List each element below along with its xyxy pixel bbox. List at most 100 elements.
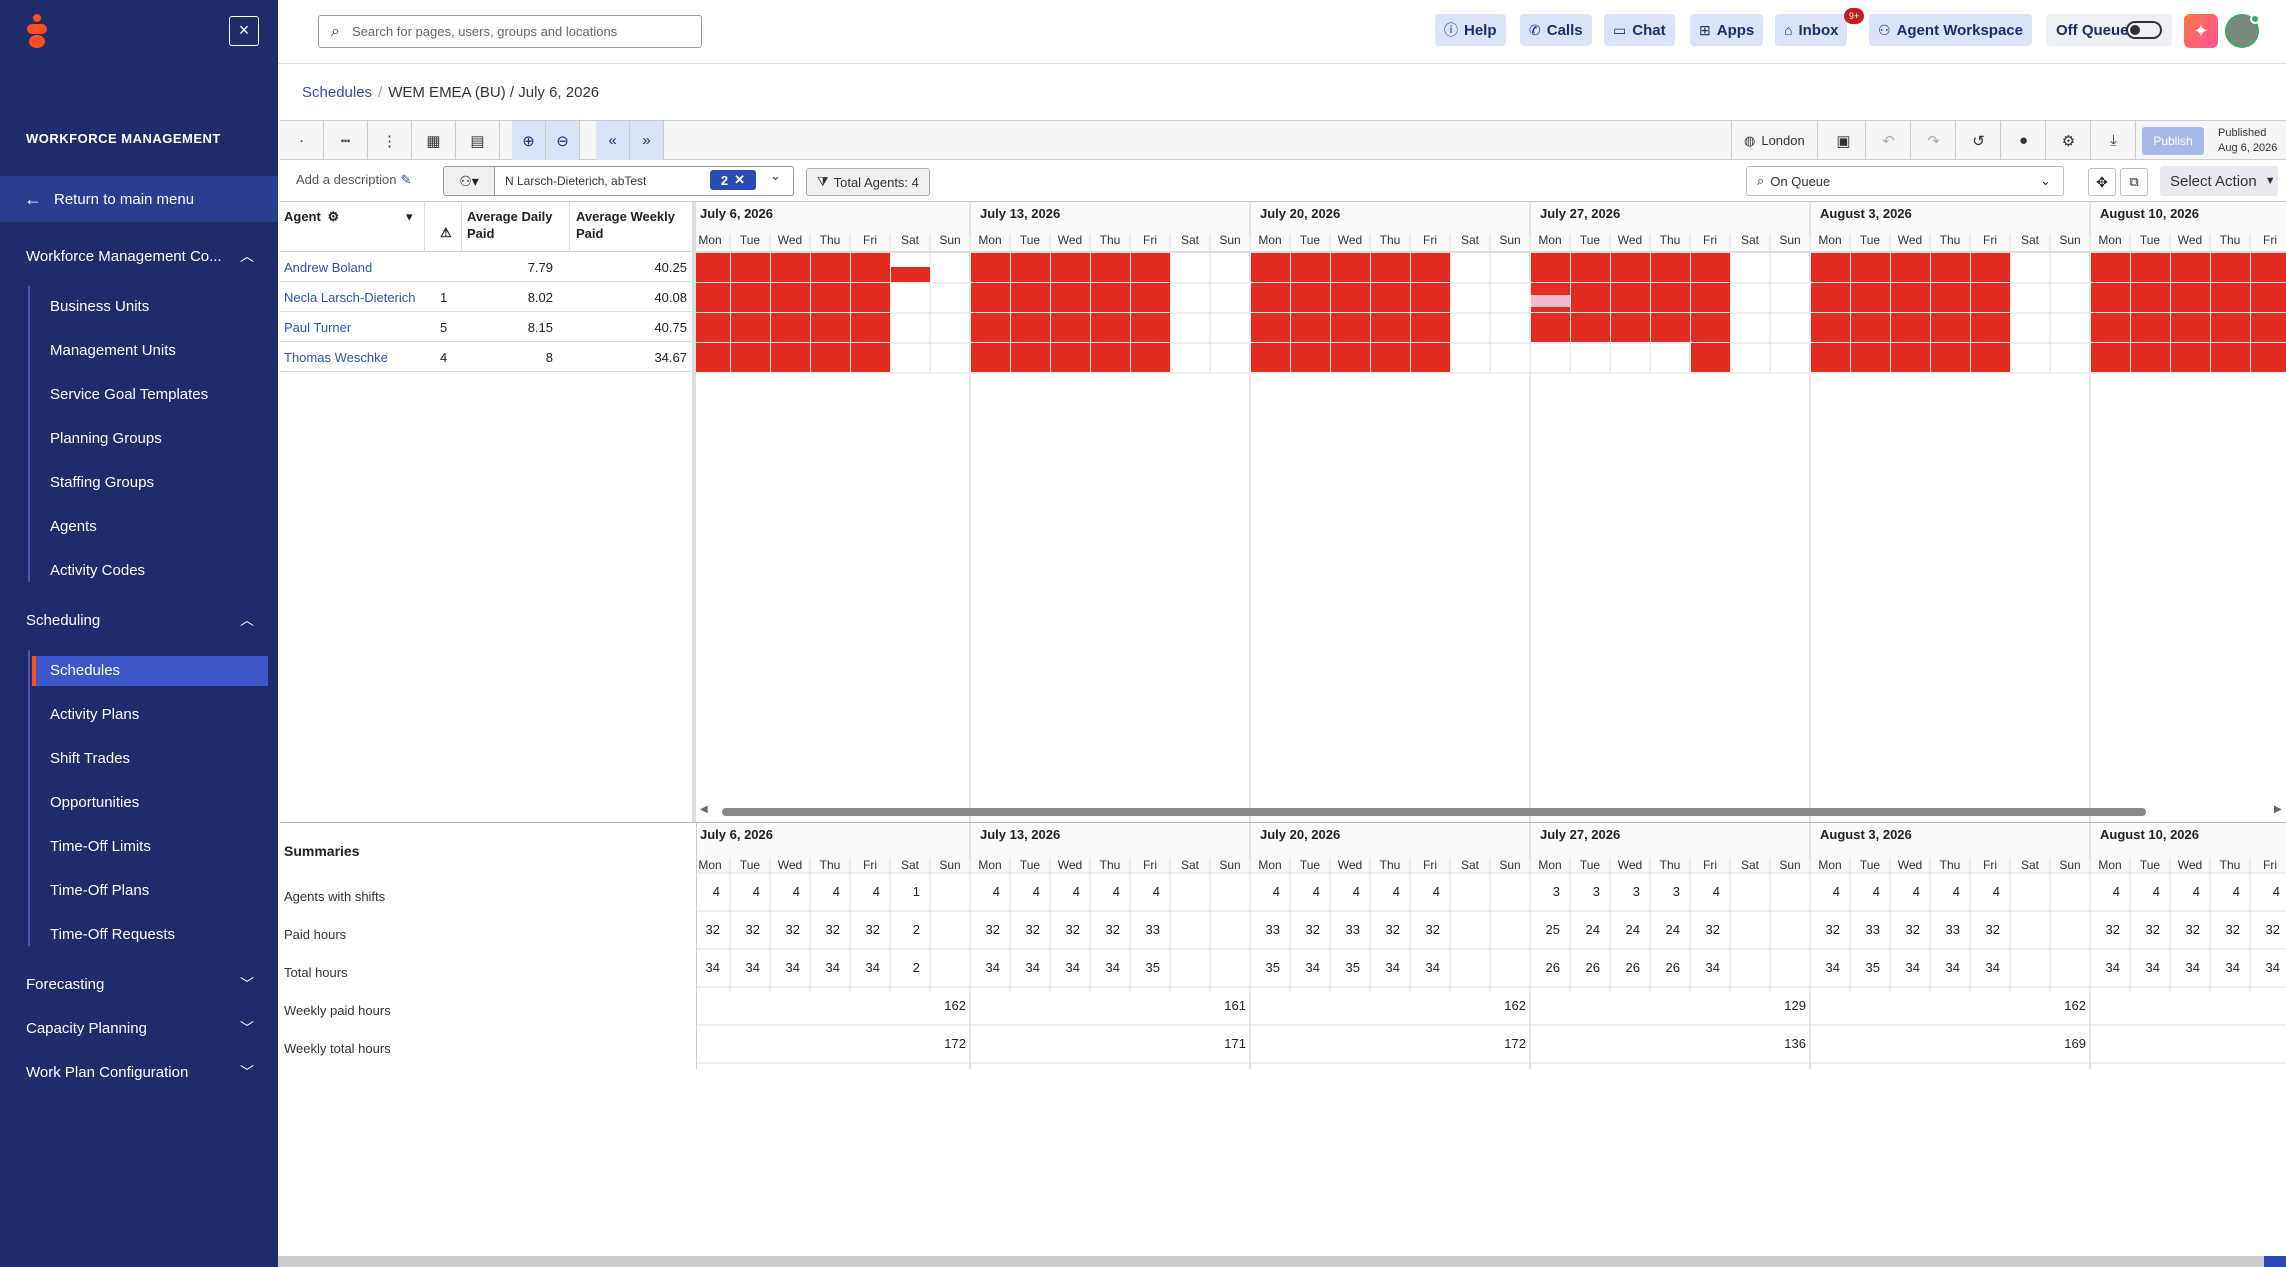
avg-daily-header[interactable]: Average Daily Paid — [467, 208, 567, 242]
schedule-grid[interactable]: July 6, 2026 July 13, 2026 July 20, 2026 Ju… — [696, 202, 2286, 822]
zoom-out-icon[interactable]: ⊖ — [546, 121, 580, 160]
sidebar-item-schedules[interactable]: Schedules — [50, 662, 120, 679]
sidebar-item-planning-groups[interactable]: Planning Groups — [50, 430, 162, 447]
zoom-in-icon[interactable]: ⊕ — [512, 121, 546, 160]
chat-button[interactable]: ▭ Chat — [1604, 14, 1675, 46]
timezone-button[interactable]: ◍ London — [1731, 121, 1818, 160]
sidebar-item-time-off-limits[interactable]: Time-Off Limits — [50, 838, 151, 855]
sidebar-group-scheduling[interactable]: Scheduling ︿ — [0, 600, 278, 640]
weekly-summary-value: 169 — [2064, 1036, 2086, 1051]
select-action-dropdown[interactable]: Select Action ▼ — [2160, 166, 2278, 196]
calls-button[interactable]: ✆ Calls — [1520, 14, 1592, 46]
agent-name-link[interactable]: Thomas Weschke — [284, 350, 388, 365]
summary-value: 34 — [2106, 960, 2120, 975]
agent-name-link[interactable]: Andrew Boland — [284, 260, 372, 275]
agent-workspace-button[interactable]: ⚇ Agent Workspace — [1869, 14, 2032, 46]
history-icon[interactable]: ↺ — [1957, 121, 2001, 160]
scroll-right-icon[interactable]: ▶ — [2274, 804, 2282, 815]
scroll-left-icon[interactable]: ◀ — [700, 804, 708, 815]
dot-view-icon[interactable]: · — [280, 121, 324, 160]
more-vertical-icon[interactable]: ⋮ — [368, 121, 412, 160]
sidebar-item-service-goal-templates[interactable]: Service Goal Templates — [50, 386, 208, 403]
calendar-add-icon[interactable]: ▣ — [1822, 121, 1866, 160]
sidebar-item-agents[interactable]: Agents — [50, 518, 97, 535]
sidebar-group-capacity-planning[interactable]: Capacity Planning ﹀ — [0, 1008, 278, 1048]
gear-icon[interactable]: ⚙ — [2047, 121, 2091, 160]
breadcrumb-schedules-link[interactable]: Schedules — [302, 84, 372, 101]
shift-block — [1251, 313, 1290, 342]
sidebar-item-activity-codes[interactable]: Activity Codes — [50, 562, 145, 579]
day-label: Tue — [1020, 858, 1041, 872]
sidebar-item-opportunities[interactable]: Opportunities — [50, 794, 139, 811]
agent-name-link[interactable]: Paul Turner — [284, 320, 351, 335]
sidebar-item-activity-plans[interactable]: Activity Plans — [50, 706, 139, 723]
grid-header-bg — [696, 202, 2286, 252]
scrollbar-thumb[interactable] — [2264, 1256, 2286, 1267]
group-filter-button[interactable]: ⚇▾ — [443, 166, 495, 196]
close-sidebar-button[interactable]: × — [229, 16, 259, 46]
page-horizontal-scrollbar[interactable] — [278, 1256, 2286, 1267]
table-row: Paul Turner 5 8.15 40.75 — [280, 312, 693, 342]
summary-value: 4 — [1873, 884, 1880, 899]
week-label: July 13, 2026 — [980, 827, 1060, 842]
sidebar-group-work-plan-configuration[interactable]: Work Plan Configuration ﹀ — [0, 1052, 278, 1092]
total-agents-filter[interactable]: ⧩ Total Agents: 4 — [806, 168, 930, 196]
undo-icon[interactable]: ↶ — [1867, 121, 1911, 160]
double-chevron-left-icon[interactable]: « — [596, 121, 630, 160]
info-icon[interactable]: ● — [2002, 121, 2046, 160]
sidebar-item-management-units[interactable]: Management Units — [50, 342, 176, 359]
shift-block — [1691, 313, 1730, 342]
summary-value: 4 — [2233, 884, 2240, 899]
sidebar-item-staffing-groups[interactable]: Staffing Groups — [50, 474, 154, 491]
shift-block — [1011, 343, 1050, 372]
summary-value: 32 — [1906, 922, 1920, 937]
global-search-input[interactable]: ⌕ Search for pages, users, groups and lo… — [318, 15, 702, 48]
sidebar-group-wfm-config[interactable]: Workforce Management Co... ︿ — [0, 236, 278, 276]
redo-icon[interactable]: ↷ — [1912, 121, 1956, 160]
day-label: Tue — [2140, 858, 2161, 872]
shift-block — [1331, 343, 1370, 372]
summary-value: 35 — [1146, 960, 1160, 975]
double-chevron-right-icon[interactable]: » — [630, 121, 664, 160]
activity-search-select[interactable]: ⌕ On Queue ⌄ — [1746, 166, 2064, 196]
filter-toolbar: Add a description ✎ ⚇▾ N Larsch-Dieterich… — [280, 160, 2286, 202]
add-description-button[interactable]: Add a description ✎ — [296, 172, 411, 188]
agent-filter-count[interactable]: 2 ✕ — [710, 170, 756, 190]
dashed-view-icon[interactable]: ┅ — [324, 121, 368, 160]
sort-caret-icon[interactable]: ▾ — [406, 208, 413, 225]
avg-weekly-header[interactable]: Average Weekly Paid — [576, 208, 686, 242]
summary-value: 34 — [1986, 960, 2000, 975]
agent-column-header[interactable]: Agent ⚙ — [284, 208, 339, 225]
grid-view-icon[interactable]: ▦ — [412, 121, 456, 160]
sidebar-item-time-off-plans[interactable]: Time-Off Plans — [50, 882, 149, 899]
table-row: Necla Larsch-Dieterich 1 8.02 40.08 — [280, 282, 693, 312]
inbox-button[interactable]: ⌂ Inbox — [1775, 14, 1848, 46]
sidebar-group-forecasting[interactable]: Forecasting ﹀ — [0, 964, 278, 1004]
sparkle-icon[interactable]: ✦ — [2184, 14, 2218, 48]
day-label: Wed — [778, 233, 802, 247]
summary-value: 4 — [993, 884, 1000, 899]
chevron-down-icon: ⌄ — [2040, 173, 2051, 188]
move-icon[interactable]: ✥ — [2088, 168, 2116, 196]
sidebar-item-time-off-requests[interactable]: Time-Off Requests — [50, 926, 175, 943]
download-icon[interactable]: ⤓ — [2092, 121, 2136, 160]
publish-button[interactable]: Publish — [2142, 127, 2204, 155]
apps-button[interactable]: ⊞ Apps — [1690, 14, 1764, 46]
shift-block — [1251, 343, 1290, 372]
chevron-down-icon[interactable]: ⌄ — [770, 168, 781, 184]
return-to-main-menu[interactable]: ← Return to main menu — [0, 176, 278, 222]
gear-icon[interactable]: ⚙ — [327, 209, 339, 224]
agent-name-link[interactable]: Necla Larsch-Dieterich — [284, 290, 416, 305]
horizontal-scrollbar[interactable] — [722, 808, 2146, 816]
day-label: Mon — [978, 233, 1001, 247]
sidebar-item-shift-trades[interactable]: Shift Trades — [50, 750, 130, 767]
column-divider — [424, 202, 425, 252]
help-button[interactable]: ⓘ Help — [1435, 14, 1506, 46]
clear-icon[interactable]: ✕ — [734, 172, 745, 188]
copy-icon[interactable]: ⧉ — [2120, 168, 2148, 196]
calendar-icon[interactable]: ▤ — [456, 121, 500, 160]
agent-table-header: Agent ⚙ ▾ ⚠ Average Daily Paid Average W… — [280, 202, 693, 252]
shift-block — [1291, 253, 1330, 282]
sidebar-item-business-units[interactable]: Business Units — [50, 298, 149, 315]
queue-toggle[interactable] — [2126, 21, 2162, 39]
